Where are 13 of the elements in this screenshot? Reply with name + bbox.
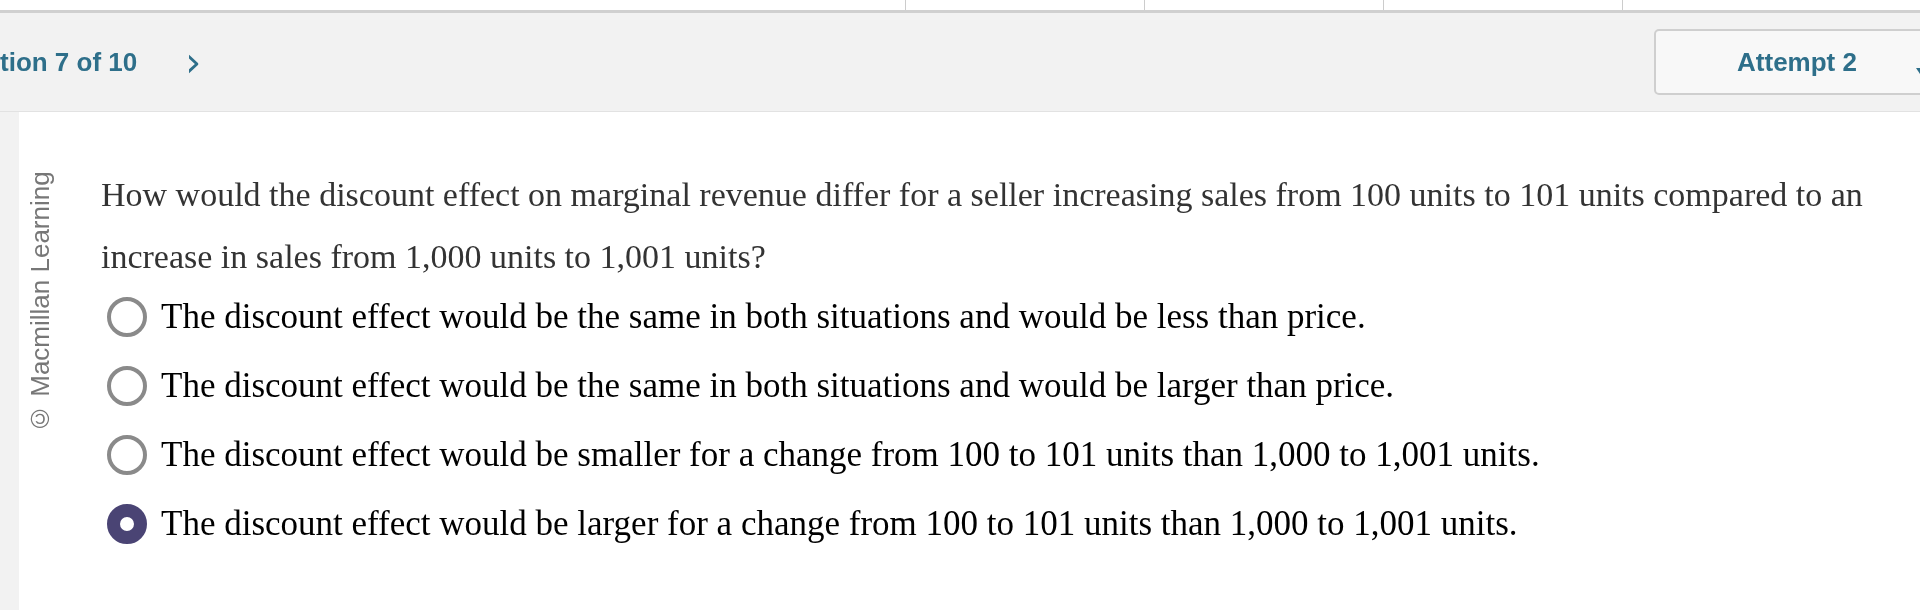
copyright-notice: © Macmillan Learning	[25, 170, 53, 434]
next-question-button[interactable]: ›	[181, 42, 206, 82]
radio-button[interactable]	[107, 296, 147, 337]
option-label[interactable]: The discount effect would be smaller for a change from 100 to 101 units than 1,000 to 1,001 units.	[161, 434, 1540, 475]
option-label[interactable]: The discount effect would be the same in both situations and would be larger than price.	[161, 365, 1395, 406]
option-label[interactable]: The discount effect would be larger for a change from 100 to 101 units than 1,000 to 1,001 units.	[161, 503, 1518, 544]
question-prompt: How would the discount effect on marginal revenue differ for a seller increasing sales from 100 units to 101 units compared to an increase in sales from 1,000 units to 1,001 units?	[101, 175, 1864, 277]
radio-button[interactable]	[107, 365, 147, 406]
question-counter: tion 7 of 10	[0, 46, 138, 78]
radio-button[interactable]	[107, 434, 147, 475]
option-label[interactable]: The discount effect would be the same in both situations and would be less than price.	[161, 296, 1366, 337]
attempt-dropdown[interactable]: Attempt 2	[1654, 29, 1920, 95]
radio-button[interactable]	[107, 503, 147, 544]
